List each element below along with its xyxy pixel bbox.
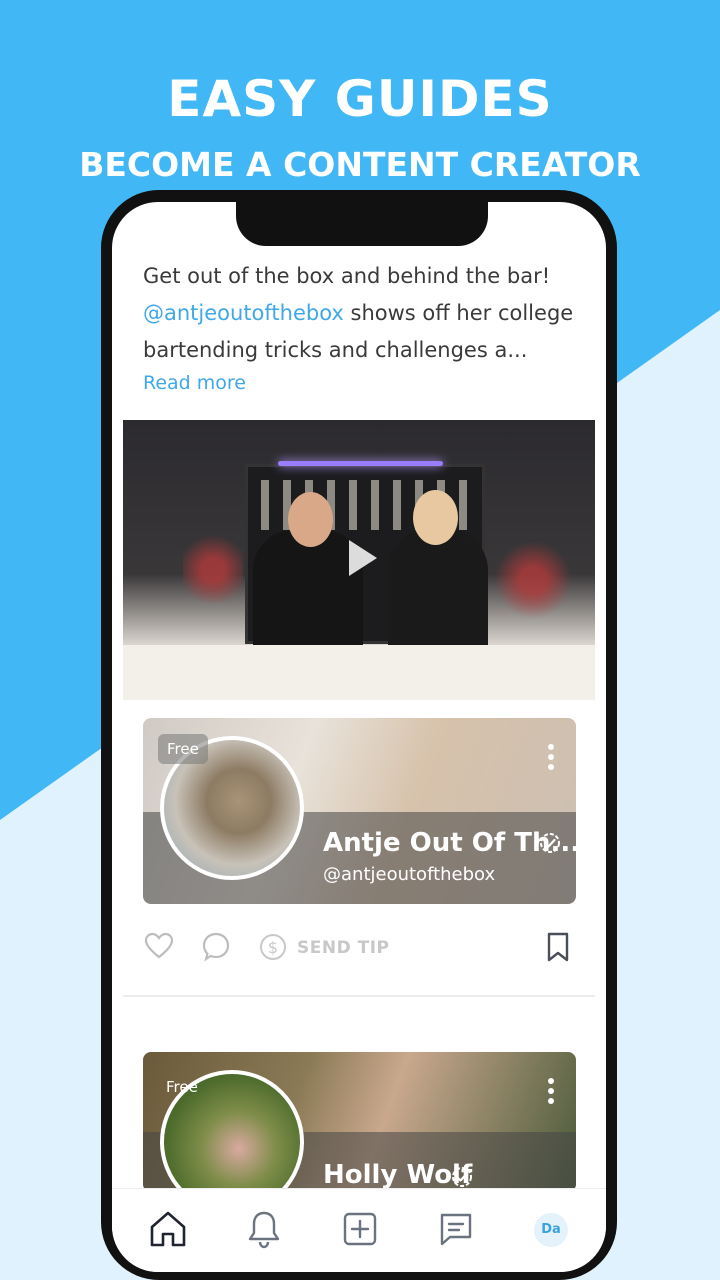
free-badge: Free (158, 734, 208, 764)
message-icon[interactable] (434, 1207, 478, 1251)
creator-name[interactable]: Holly Wolf (323, 1160, 472, 1190)
post-caption-line-2-rest: shows off her college (343, 301, 574, 325)
read-more-link[interactable]: Read more (143, 372, 246, 394)
video-flowers-right (493, 530, 573, 630)
home-icon[interactable] (146, 1207, 190, 1251)
video-neon-light (278, 461, 443, 466)
verified-icon (540, 833, 560, 853)
video-bar-counter (123, 645, 595, 700)
video-person-1-head (288, 492, 333, 547)
svg-text:$: $ (268, 938, 278, 957)
play-icon[interactable] (349, 540, 377, 576)
post-divider (123, 995, 595, 997)
post-mention-link[interactable]: @antjeoutofthebox (143, 301, 344, 325)
phone-notch (236, 190, 488, 246)
more-icon[interactable] (548, 1078, 554, 1108)
creator-card[interactable]: Free Holly Wolf (143, 1052, 576, 1192)
creator-card[interactable]: Free Antje Out Of Th... @antjeoutofthebo… (143, 718, 576, 904)
bell-icon[interactable] (242, 1207, 286, 1251)
post-video[interactable] (123, 420, 595, 700)
promo-subline: BECOME A CONTENT CREATOR (79, 145, 641, 184)
plus-square-icon[interactable] (338, 1207, 382, 1251)
bookmark-icon[interactable] (543, 930, 573, 964)
promo-headline: EASY GUIDES (167, 70, 553, 128)
creator-handle[interactable]: @antjeoutofthebox (323, 864, 495, 885)
more-icon[interactable] (548, 744, 554, 774)
post-caption-line-3: bartending tricks and challenges a... (143, 338, 528, 362)
post-caption-line-2: @antjeoutofthebox shows off her college (143, 295, 583, 332)
free-badge: Free (166, 1078, 198, 1096)
video-person-2-head (413, 490, 458, 545)
verified-icon (452, 1167, 472, 1187)
profile-avatar-tab[interactable]: Da (534, 1213, 568, 1247)
post-caption-line-1: Get out of the box and behind the bar! (143, 264, 551, 288)
comment-icon[interactable] (201, 930, 231, 962)
dollar-icon[interactable]: $ (257, 930, 289, 962)
bottom-tab-bar: Da (112, 1188, 606, 1272)
post-actions: $ SEND TIP (143, 930, 576, 970)
heart-icon[interactable] (143, 930, 175, 962)
send-tip-button[interactable]: SEND TIP (297, 938, 390, 958)
post-caption: Get out of the box and behind the bar! @… (143, 258, 583, 369)
video-flowers-left (183, 520, 243, 620)
